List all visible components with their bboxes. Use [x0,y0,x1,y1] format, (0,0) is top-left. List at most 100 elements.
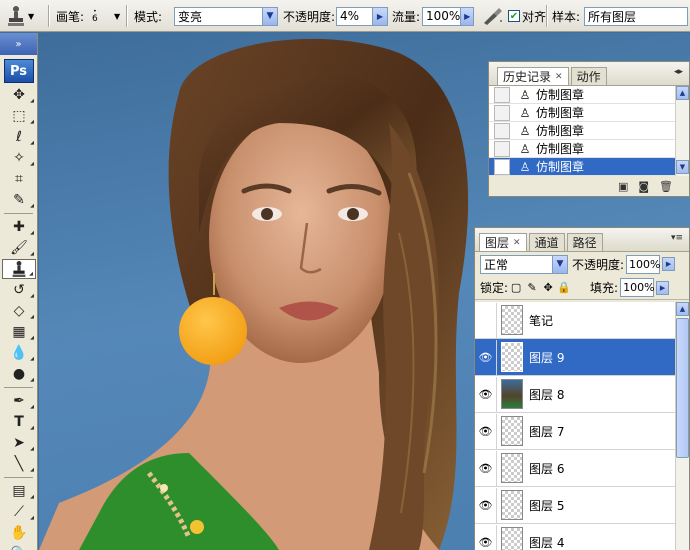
chevron-right-icon[interactable]: ▶ [372,7,387,25]
history-item[interactable]: ♙ 仿制图章 [489,158,675,176]
close-icon[interactable]: ✕ [513,238,521,248]
blend-mode-select[interactable]: 正常 ▼ [480,254,568,274]
panel-menu-icon[interactable]: ◂▸ [674,67,683,77]
path-selection-tool-icon[interactable]: ➤ ◢ [2,433,36,453]
line-tool-icon[interactable]: ╲ ◢ [2,454,36,474]
lock-image-icon[interactable]: ✎ [526,281,538,294]
eye-icon[interactable]: 👁 [475,413,497,449]
flow-label: 流量: [392,9,421,24]
type-tool-icon[interactable]: T ◢ [2,412,36,432]
clone-stamp-tool-icon[interactable]: ◢ [2,259,36,279]
clone-stamp-icon: ♙ [519,159,531,174]
layer-row[interactable]: 👁 图层 6 [475,450,675,487]
chevron-right-icon[interactable]: ▶ [656,280,670,295]
checkmark-icon: ✔ [508,10,520,22]
notes-tool-icon[interactable]: ▤ ◢ [2,481,36,501]
tab-actions[interactable]: 动作 [570,67,607,85]
history-source-checkbox[interactable] [494,158,510,175]
history-item[interactable]: ♙ 仿制图章 [489,140,675,158]
layer-row[interactable]: 👁 笔记 [475,302,675,339]
layer-opacity-input[interactable]: 100% [626,254,661,274]
hand-tool-icon[interactable]: ✋ [2,523,36,543]
mode-select[interactable]: 变亮 ▼ [174,6,278,26]
eye-icon[interactable]: 👁 [475,487,497,523]
scroll-up-icon[interactable]: ▲ [676,302,689,316]
history-source-checkbox[interactable] [494,140,510,157]
layer-row[interactable]: 👁 图层 4 [475,524,675,550]
airbrush-icon[interactable] [482,0,504,32]
history-item-label: 仿制图章 [536,88,585,102]
layer-row[interactable]: 👁 图层 7 [475,413,675,450]
scroll-up-icon[interactable]: ▲ [676,86,689,100]
dodge-tool-icon[interactable]: ● ◢ [2,364,36,384]
move-tool-icon[interactable]: ✥ ◢ [2,85,36,105]
history-item[interactable]: ♙ 仿制图章 [489,104,675,122]
scroll-down-icon[interactable]: ▼ [676,160,689,174]
brush-picker[interactable]: • 6 [92,0,98,32]
history-item[interactable]: ♙ 仿制图章 [489,122,675,140]
visibility-toggle[interactable]: 👁 [475,302,497,338]
layers-scrollbar[interactable]: ▲ [675,302,689,550]
slice-tool-icon[interactable]: ✎ ◢ [2,190,36,210]
eye-icon[interactable]: 👁 [475,339,497,375]
aligned-checkbox[interactable]: ✔ 对齐 [508,0,546,32]
clone-stamp-icon[interactable]: ▼ [6,0,34,32]
lock-transparent-icon[interactable]: ▢ [510,281,522,294]
opacity-input[interactable]: 4% ▶ [336,6,388,26]
blur-tool-icon[interactable]: 💧 ◢ [2,343,36,363]
lock-label: 锁定: [480,281,509,295]
lock-all-icon[interactable]: 🔒 [557,281,571,294]
layer-thumbnail [501,416,523,446]
history-scrollbar[interactable]: ▲ ▼ [675,86,689,176]
history-panel: 历史记录 ✕ 动作 ◂▸ ♙ 仿制图章 ♙ 仿制图章 ♙ 仿制图章 ♙ 仿制图章 [488,61,690,197]
layer-row[interactable]: 👁 图层 8 [475,376,675,413]
marquee-tool-icon[interactable]: ⬚ ◢ [2,106,36,126]
healing-brush-tool-icon[interactable]: ✚ ◢ [2,217,36,237]
tab-layers[interactable]: 图层 ✕ [479,233,527,251]
clone-stamp-icon: ♙ [519,105,531,120]
lasso-tool-icon[interactable]: ℓ ◢ [2,127,36,147]
layer-name: 图层 8 [529,387,565,402]
eye-icon[interactable]: 👁 [475,376,497,412]
eye-icon[interactable]: 👁 [475,450,497,486]
gradient-tool-icon[interactable]: ▦ ◢ [2,322,36,342]
lock-position-icon[interactable]: ✥ [542,281,554,294]
chevron-right-icon[interactable]: ▶ [662,257,676,271]
new-document-from-state-icon[interactable]: ▣ [618,180,628,193]
flow-input[interactable]: 100% ▶ [422,6,474,26]
brush-tool-icon[interactable]: 🖌 ◢ [2,238,36,258]
eyedropper-tool-icon[interactable]: ⟋ ◢ [2,502,36,522]
history-brush-tool-icon[interactable]: ↺ ◢ [2,280,36,300]
chevron-right-icon[interactable]: ▶ [460,7,473,25]
snapshot-icon[interactable]: ◙ [638,180,649,193]
layer-name: 笔记 [529,313,554,328]
pen-tool-icon[interactable]: ✒ ◢ [2,391,36,411]
history-source-checkbox[interactable] [494,86,510,103]
eraser-tool-icon[interactable]: ◇ ◢ [2,301,36,321]
history-panel-tabs: 历史记录 ✕ 动作 ◂▸ [489,62,689,86]
layer-thumbnail [501,527,523,550]
sample-select[interactable]: 所有图层 [584,6,688,26]
scrollbar-thumb[interactable] [676,318,689,458]
magic-wand-tool-icon[interactable]: ✧ ◢ [2,148,36,168]
layer-row[interactable]: 👁 图层 5 [475,487,675,524]
zoom-tool-icon[interactable]: 🔍 [2,544,36,550]
crop-tool-icon[interactable]: ⌗ [2,169,36,189]
tab-paths[interactable]: 路径 [566,233,603,251]
toolbox-grip[interactable]: » [0,33,37,55]
tab-channels[interactable]: 通道 [528,233,565,251]
layer-row[interactable]: 👁 图层 9 [475,339,675,376]
tab-history[interactable]: 历史记录 ✕ [497,67,569,85]
close-icon[interactable]: ✕ [555,72,563,82]
history-item[interactable]: ♙ 仿制图章 [489,86,675,104]
toolbox: » Ps ✥ ◢ ⬚ ◢ ℓ ◢ ✧ ◢ ⌗ ✎ ◢ ✚ ◢ 🖌 ◢ ◢ ↺ ◢ ◇ ◢ ▦ ◢ 💧… [0,33,38,550]
layer-thumbnail [501,305,523,335]
panel-menu-icon[interactable]: ▾≡ [671,233,683,243]
history-source-checkbox[interactable] [494,122,510,139]
history-source-checkbox[interactable] [494,104,510,121]
fill-input[interactable]: 100% [620,278,655,297]
eye-icon[interactable]: 👁 [475,524,497,550]
photoshop-logo[interactable]: Ps [3,59,34,83]
brush-dropdown-icon[interactable]: ▼ [114,0,120,32]
trash-icon[interactable]: 🗑 [659,180,673,193]
